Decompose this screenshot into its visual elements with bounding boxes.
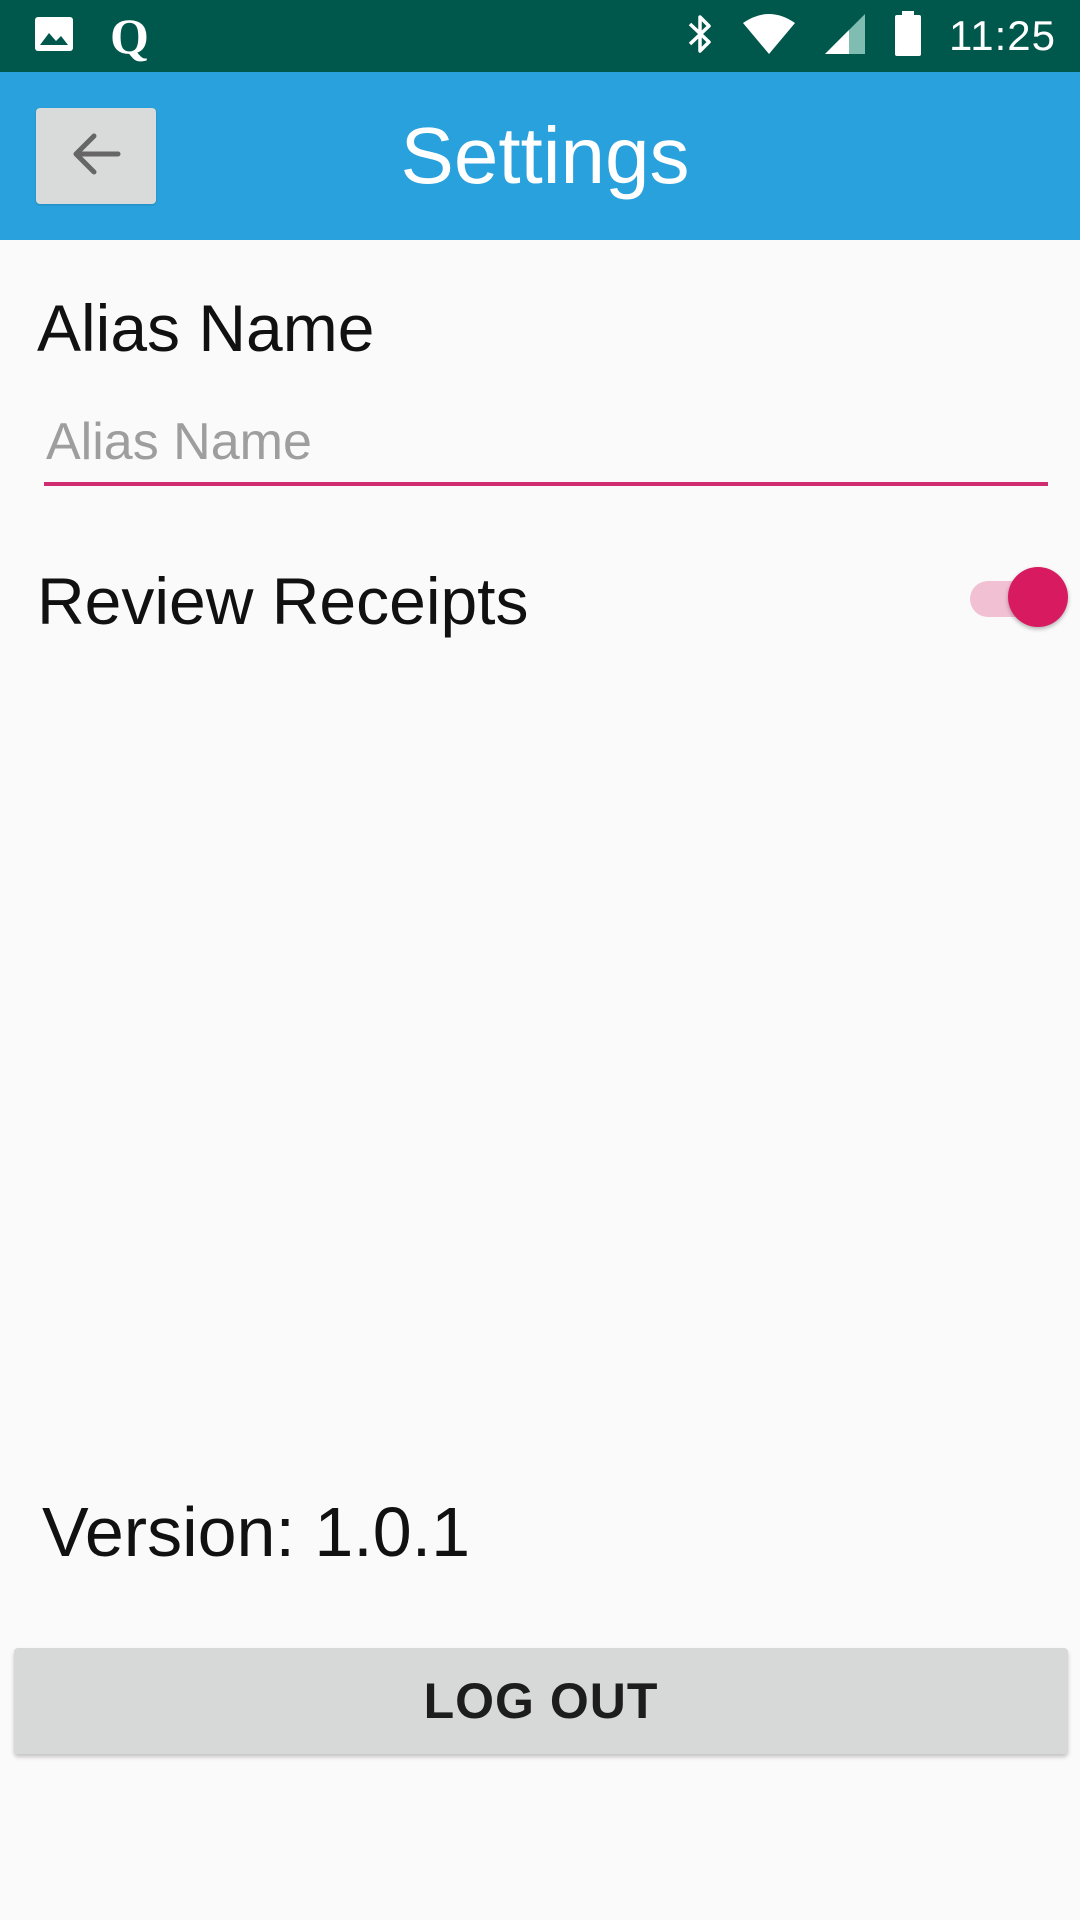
bluetooth-icon <box>685 12 715 61</box>
back-button[interactable] <box>36 108 156 204</box>
arrow-left-icon <box>68 130 124 183</box>
image-icon <box>34 16 74 57</box>
wifi-icon <box>741 13 797 60</box>
battery-icon <box>893 10 923 62</box>
alias-name-field-container <box>44 402 1048 486</box>
toggle-thumb <box>1008 567 1068 627</box>
status-bar: Q 11:25 <box>0 0 1080 72</box>
review-receipts-toggle[interactable] <box>968 564 1072 630</box>
alias-name-input[interactable] <box>44 402 1048 482</box>
app-bar: Settings <box>0 72 1080 240</box>
status-time: 11:25 <box>949 12 1056 59</box>
status-left-icons: Q <box>34 0 149 72</box>
alias-name-label: Alias Name <box>37 291 375 365</box>
page-title: Settings <box>400 111 690 200</box>
status-right-icons: 11:25 <box>685 0 1056 72</box>
cell-signal-icon <box>823 12 867 61</box>
version-text: Version: 1.0.1 <box>42 1493 471 1571</box>
q-app-icon: Q <box>110 8 149 64</box>
logout-button[interactable]: LOG OUT <box>14 1648 1068 1754</box>
review-receipts-label: Review Receipts <box>37 564 529 638</box>
